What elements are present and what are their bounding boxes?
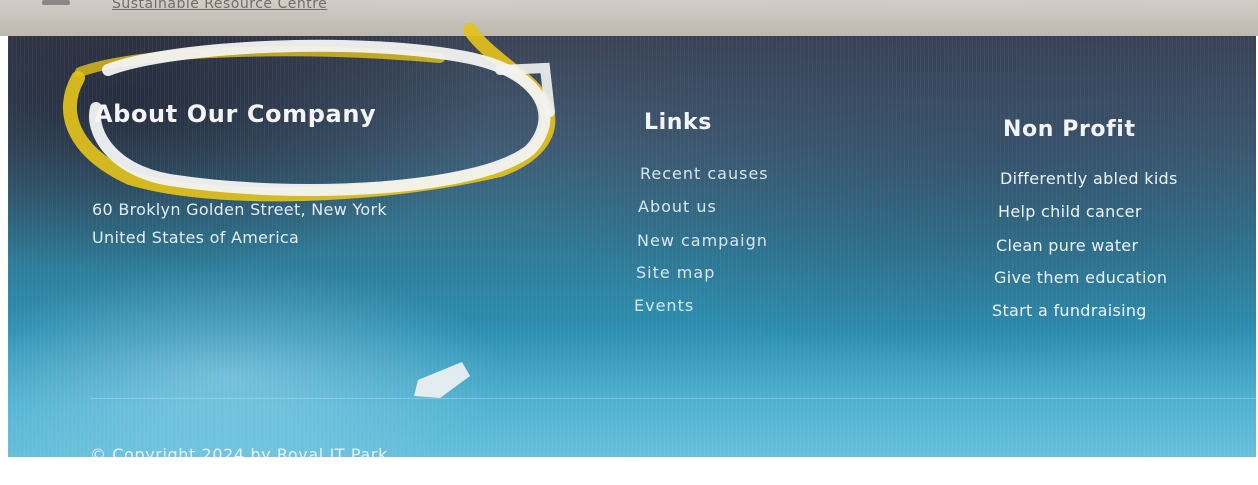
link-new-campaign[interactable]: New campaign xyxy=(637,231,768,250)
site-footer: About Our Company 60 Broklyn Golden Stre… xyxy=(8,36,1256,457)
left-border xyxy=(0,36,8,457)
link-help-child-cancer[interactable]: Help child cancer xyxy=(998,202,1142,221)
links-heading: Links xyxy=(644,110,712,135)
link-about-us[interactable]: About us xyxy=(638,197,717,216)
menu-icon xyxy=(42,0,70,5)
copyright-text: © Copyright 2024 by Royal IT Park xyxy=(90,445,388,457)
bottom-border xyxy=(0,457,1258,485)
link-clean-pure-water[interactable]: Clean pure water xyxy=(996,236,1138,255)
resource-centre-link[interactable]: Sustainable Resource Centre xyxy=(112,0,327,12)
link-events[interactable]: Events xyxy=(634,296,694,315)
footer-divider xyxy=(90,398,1256,399)
screen-glare xyxy=(8,266,508,457)
link-recent-causes[interactable]: Recent causes xyxy=(640,164,769,183)
link-site-map[interactable]: Site map xyxy=(636,263,715,282)
link-differently-abled-kids[interactable]: Differently abled kids xyxy=(1000,169,1178,188)
non-profit-heading: Non Profit xyxy=(1003,117,1136,142)
address-line-2: United States of America xyxy=(92,228,300,247)
top-page-strip: Sustainable Resource Centre xyxy=(0,0,1258,36)
about-company-heading: About Our Company xyxy=(94,100,377,128)
address-line-1: 60 Broklyn Golden Street, New York xyxy=(92,200,387,219)
link-give-them-education[interactable]: Give them education xyxy=(994,268,1167,287)
link-start-a-fundraising[interactable]: Start a fundraising xyxy=(992,301,1147,320)
